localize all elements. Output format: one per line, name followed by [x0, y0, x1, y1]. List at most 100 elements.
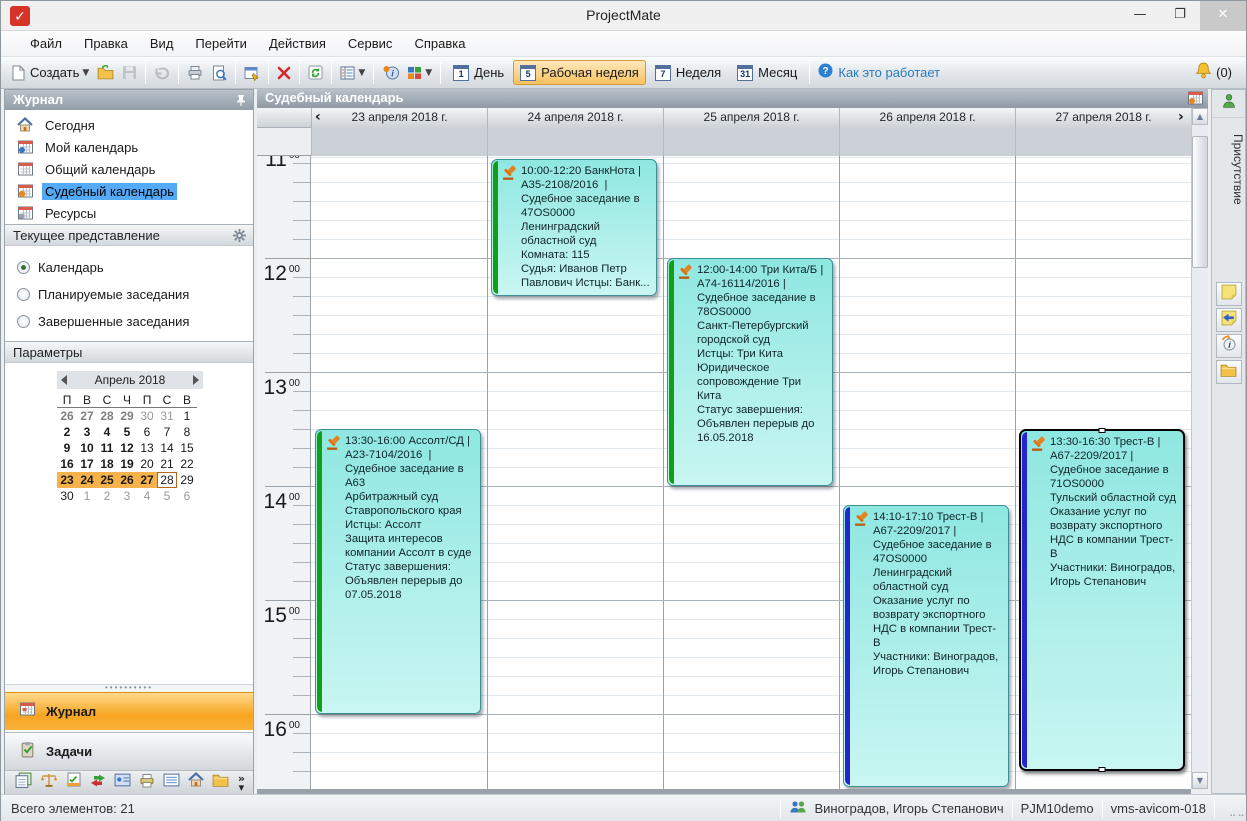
menu-item-7[interactable]: Справка [403, 33, 476, 54]
pin-icon[interactable] [235, 94, 247, 110]
create-button[interactable]: Создать ▼ [8, 61, 92, 85]
view-button-день[interactable]: 1 День [446, 60, 511, 85]
sidebar-button-задачи[interactable]: Задачи [5, 732, 253, 770]
close-button[interactable]: ✕ [1200, 1, 1246, 31]
sidebar-splitter[interactable]: •••••••••• [5, 684, 253, 692]
scales-icon[interactable] [40, 772, 58, 793]
view-option-календарь[interactable]: Календарь [5, 254, 253, 281]
event-5[interactable]: 13:30-16:30 Трест-В | А67-2209/2017 | Су… [1019, 428, 1185, 772]
mini-calendar-day[interactable]: 26 [117, 472, 137, 488]
mini-calendar-day[interactable]: 30 [137, 408, 157, 424]
print-queue-icon[interactable] [139, 773, 155, 793]
contact-card-icon[interactable] [114, 773, 131, 792]
sidebar-item-сегодня[interactable]: Сегодня [5, 114, 253, 136]
all-day-cell[interactable] [663, 128, 839, 156]
mini-calendar-day[interactable]: 10 [77, 440, 97, 456]
overflow-chevron-icon[interactable]: » ▾ [238, 773, 245, 793]
scroll-down-icon[interactable]: ▼ [1192, 772, 1208, 789]
scroll-up-icon[interactable]: ▲ [1192, 108, 1208, 125]
view-button-рабочая-неделя[interactable]: 5 Рабочая неделя [513, 60, 646, 85]
mini-calendar-day[interactable]: 13 [137, 440, 157, 456]
prev-month-icon[interactable] [61, 375, 67, 385]
sidebar-button-журнал[interactable]: Журнал [5, 692, 253, 730]
mini-calendar-day[interactable]: 1 [77, 488, 97, 504]
all-day-cell[interactable] [1015, 128, 1191, 156]
note-button[interactable] [1215, 282, 1242, 306]
sidebar-item-общий-календарь[interactable]: Общий календарь [5, 158, 253, 180]
print-preview-button[interactable] [208, 61, 230, 85]
refresh-button[interactable] [305, 61, 326, 85]
day-header-1[interactable]: 23 апреля 2018 г. [311, 108, 487, 128]
mini-calendar-day[interactable]: 29 [117, 408, 137, 424]
scrollbar-thumb[interactable] [1192, 136, 1208, 268]
event-3[interactable]: 12:00-14:00 Три Кита/Б | А74-16114/2016 … [667, 258, 833, 486]
mini-calendar-day[interactable]: 22 [177, 456, 197, 472]
day-header-4[interactable]: 26 апреля 2018 г. [839, 108, 1015, 128]
mini-calendar-day[interactable]: 5 [157, 488, 177, 504]
list-view-button[interactable]: ▼ [337, 61, 368, 85]
mini-calendar-day[interactable]: 25 [97, 472, 117, 488]
event-4[interactable]: 14:10-17:10 Трест-В | А67-2209/2017 | Су… [843, 505, 1009, 787]
mini-calendar-day[interactable]: 31 [157, 408, 177, 424]
sidebar-item-ресурсы[interactable]: Ресурсы [5, 202, 253, 224]
mini-calendar-day[interactable]: 20 [137, 456, 157, 472]
menu-item-3[interactable]: Вид [139, 33, 185, 54]
view-button-месяц[interactable]: 31 Месяц [730, 60, 804, 85]
menu-item-4[interactable]: Перейти [184, 33, 258, 54]
mini-calendar-day[interactable]: 6 [137, 424, 157, 440]
view-option-планируемые-заседания[interactable]: Планируемые заседания [5, 281, 253, 308]
day-header-3[interactable]: 25 апреля 2018 г. [663, 108, 839, 128]
help-link[interactable]: ? Как это работает [818, 63, 940, 83]
mini-calendar-day[interactable]: 2 [57, 424, 77, 440]
mini-calendar-day[interactable]: 15 [177, 440, 197, 456]
mini-calendar-day[interactable]: 21 [157, 456, 177, 472]
notifications-bell-icon[interactable] [1195, 62, 1212, 84]
note-forward-button[interactable] [1215, 308, 1242, 332]
mini-calendar-day[interactable]: 3 [117, 488, 137, 504]
mini-calendar-day[interactable]: 27 [137, 472, 157, 488]
save-button[interactable] [119, 61, 140, 85]
resize-handle-top[interactable] [1098, 428, 1106, 433]
mini-calendar-day[interactable]: 17 [77, 456, 97, 472]
mini-calendar-day[interactable]: 3 [77, 424, 97, 440]
sidebar-item-судебный-календарь[interactable]: Судебный календарь [5, 180, 253, 202]
mini-calendar-day[interactable]: 14 [157, 440, 177, 456]
menu-item-6[interactable]: Сервис [337, 33, 404, 54]
mini-calendar-day[interactable]: 4 [137, 488, 157, 504]
folder-button[interactable] [1215, 360, 1242, 384]
mini-calendar-day[interactable]: 28 [97, 408, 117, 424]
delete-button[interactable] [274, 61, 294, 85]
calendar-panel-icon[interactable] [1187, 90, 1204, 109]
home-icon[interactable] [188, 771, 204, 793]
mini-calendar-day[interactable]: 7 [157, 424, 177, 440]
menu-item-5[interactable]: Действия [258, 33, 337, 54]
maximize-button[interactable]: ❐ [1160, 1, 1200, 31]
grid-view-button[interactable]: ▼ [404, 61, 435, 85]
mini-calendar-day[interactable]: 30 [57, 488, 77, 504]
calendar-copy-icon[interactable] [15, 772, 32, 793]
mini-calendar-day[interactable]: 18 [97, 456, 117, 472]
event-2[interactable]: 10:00-12:20 БанкНота | А35-2108/2016 | С… [491, 159, 657, 296]
all-day-cell[interactable] [487, 128, 663, 156]
presence-person-button[interactable] [1212, 90, 1245, 118]
mini-calendar-day[interactable]: 23 [57, 472, 77, 488]
resize-grip[interactable]: ⣀⣀ [1229, 806, 1245, 820]
task-edit-icon[interactable] [66, 772, 82, 793]
menu-item-2[interactable]: Правка [73, 33, 139, 54]
view-button-неделя[interactable]: 7 Неделя [648, 60, 728, 85]
mini-calendar-day[interactable]: 12 [117, 440, 137, 456]
mini-calendar-day[interactable]: 24 [77, 472, 97, 488]
day-header-5[interactable]: 27 апреля 2018 г. [1015, 108, 1191, 128]
sidebar-item-мой-календарь[interactable]: Мой календарь [5, 136, 253, 158]
mini-calendar-day[interactable]: 5 [117, 424, 137, 440]
view-option-завершенные-заседания[interactable]: Завершенные заседания [5, 308, 253, 335]
print-button[interactable] [184, 61, 206, 85]
undo-button[interactable] [151, 61, 173, 85]
properties-button[interactable] [241, 61, 263, 85]
day-columns[interactable]: 13:30-16:00 Ассолт/СД | А23-7104/2016 | … [311, 156, 1191, 789]
mini-calendar-day[interactable]: 2 [97, 488, 117, 504]
next-month-icon[interactable] [193, 375, 199, 385]
mini-calendar-day[interactable]: 4 [97, 424, 117, 440]
mini-calendar-day[interactable]: 11 [97, 440, 117, 456]
mini-calendar-day[interactable]: 27 [77, 408, 97, 424]
